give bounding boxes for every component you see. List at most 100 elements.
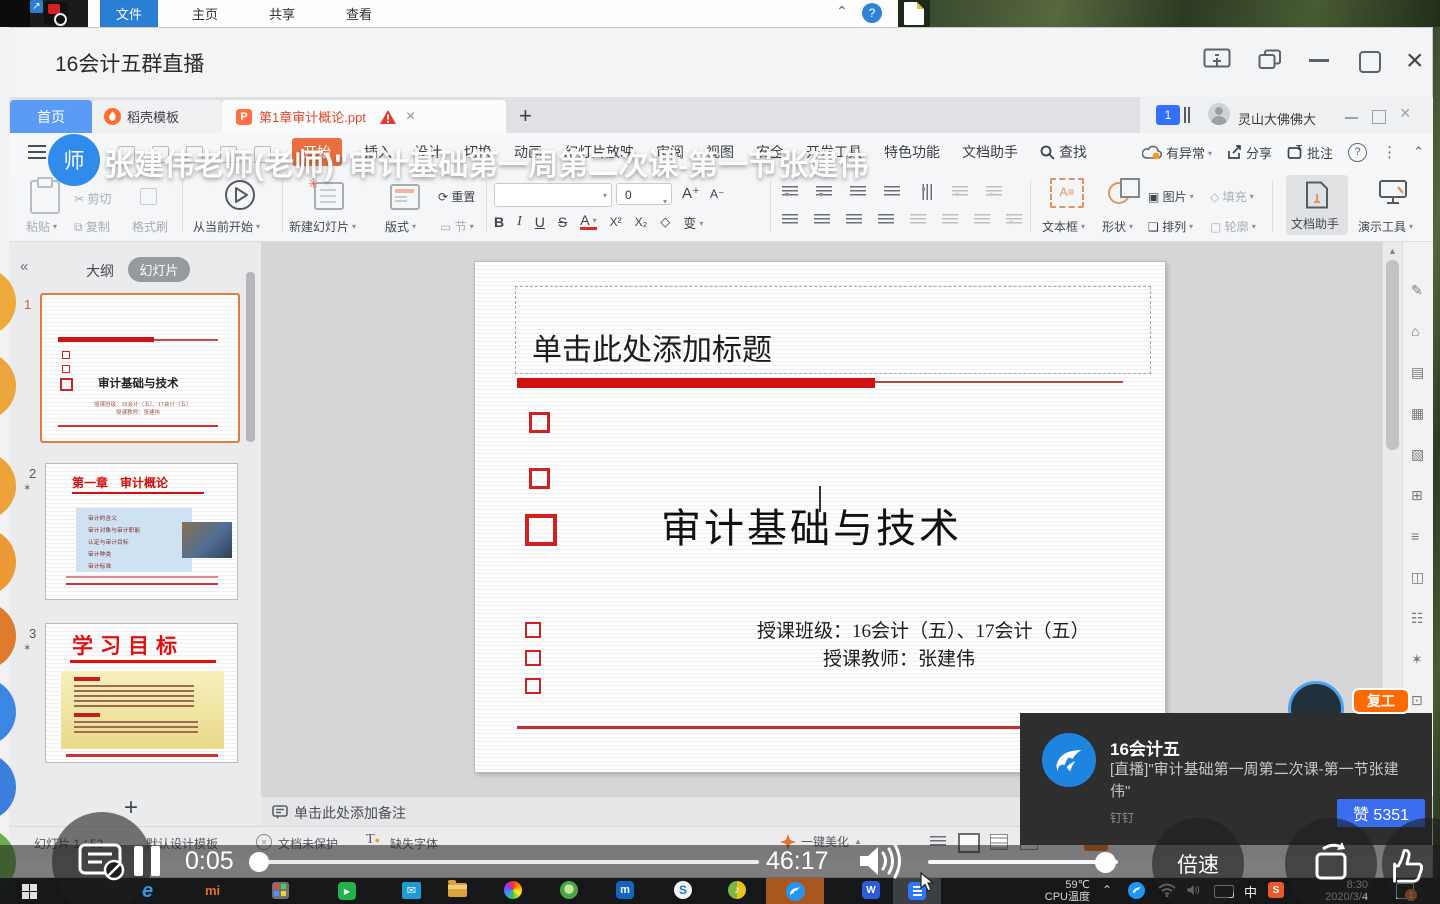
picture-button[interactable]: ▣ 图片 [1148, 188, 1194, 205]
wrap-icon[interactable] [974, 214, 990, 226]
layout-icon[interactable] [390, 184, 420, 210]
rail-layout-icon[interactable]: ▦ [1411, 405, 1424, 422]
more-menu-icon[interactable]: ⋮ [1382, 143, 1398, 161]
slide-thumbnail-2[interactable]: 第一章 审计概论 审计的含义 审计对象与审计职能 认定与审计目标 审计种类 审计… [45, 463, 238, 600]
play-from-current-button[interactable]: 从当前开始 [193, 218, 260, 235]
reset-button[interactable]: ⟳ 重置 [438, 188, 475, 205]
columns-icon[interactable] [920, 184, 932, 200]
wps-close-icon[interactable]: × [1400, 103, 1411, 124]
explorer-menu-home[interactable]: 主页 [176, 0, 234, 27]
scrollbar-thumb[interactable] [1386, 260, 1399, 450]
cut-button[interactable]: ✂ 剪切 [74, 190, 111, 207]
tab-slides[interactable]: 幻灯片 [128, 257, 190, 282]
tab-home[interactable]: 首页 [10, 100, 92, 133]
present-tools-button[interactable]: 演示工具 [1358, 218, 1413, 235]
mail-icon[interactable]: ✉ [402, 882, 421, 899]
maximize-icon[interactable] [1359, 51, 1381, 73]
explorer-help-icon[interactable]: ? [862, 3, 882, 23]
volume-track[interactable] [928, 860, 1118, 864]
shape-icon[interactable] [1108, 178, 1140, 206]
new-tab-button[interactable]: + [519, 103, 532, 129]
shape-button[interactable]: 形状 [1102, 218, 1133, 235]
pause-button-bar2[interactable] [151, 846, 160, 876]
wps-minimize-icon[interactable] [1345, 117, 1358, 119]
sogou-browser-icon[interactable]: S [674, 881, 692, 899]
mi-icon[interactable]: mi [205, 883, 220, 898]
tab-outline[interactable]: 大纲 [86, 261, 114, 281]
cloud-status-button[interactable]: 有异常 [1142, 143, 1212, 162]
align-left-icon[interactable] [782, 214, 798, 226]
tab-close-icon[interactable]: × [406, 108, 415, 126]
shrink-text-icon[interactable] [942, 214, 958, 226]
minimize-icon[interactable] [1309, 59, 1329, 62]
subscript-button[interactable]: X₂ [635, 215, 648, 229]
photos-icon[interactable] [504, 881, 522, 899]
clear-format-icon[interactable]: ◇ [660, 214, 670, 230]
scroll-up-icon[interactable]: ▲ [1388, 246, 1397, 256]
new-slide-button[interactable]: 新建幻灯片 [289, 218, 356, 235]
resume-work-badge[interactable]: 复工 [1352, 688, 1410, 714]
paste-button[interactable]: 粘贴 [26, 218, 57, 235]
font-increase-button[interactable]: A⁺ [682, 184, 700, 202]
title-placeholder-box[interactable]: 单击此处添加标题 [515, 286, 1151, 374]
text-direction-icon[interactable] [952, 186, 968, 198]
desktop-app-icon[interactable]: ↗ [30, 0, 88, 27]
distribute-icon[interactable] [910, 214, 926, 226]
wps-taskbar-icon[interactable]: W [862, 881, 880, 899]
iqiyi-icon[interactable]: ▶ [338, 882, 356, 900]
docs-app-taskbar-icon[interactable] [893, 878, 941, 904]
font-name-select[interactable]: ▾ [494, 183, 612, 207]
slide-class-line[interactable]: 授课班级：16会计（五）、17会计（五） [757, 616, 1090, 643]
rail-rows-icon[interactable]: ☷ [1411, 610, 1424, 627]
line-spacing-icon[interactable] [986, 186, 1002, 198]
tab-docer[interactable]: 稻壳模板 [92, 100, 222, 133]
dingtalk-taskbar-icon[interactable] [766, 878, 824, 904]
text-box-button[interactable]: 文本框 [1042, 218, 1085, 235]
rail-edit-icon[interactable]: ✎ [1411, 282, 1423, 299]
slide-thumbnail-3[interactable]: 学习目标 [45, 623, 238, 763]
duplicate-window-icon[interactable] [1258, 49, 1282, 71]
doc-warning-icon[interactable] [380, 110, 396, 124]
paste-icon[interactable] [30, 180, 60, 214]
copy-button[interactable]: ⧉ 复制 [74, 218, 110, 235]
slide-teacher-line[interactable]: 授课教师：张建伟 [823, 644, 975, 671]
avatar[interactable] [1208, 103, 1230, 125]
font-size-select[interactable]: 0 ▾ [616, 183, 672, 205]
rail-fill-icon[interactable]: ▧ [1411, 446, 1424, 463]
format-painter-button[interactable]: 格式刷 [132, 218, 168, 235]
close-icon[interactable]: × [1406, 44, 1424, 78]
arrange-button[interactable]: ❏ 排列 [1148, 218, 1193, 235]
green-app-icon[interactable] [560, 881, 578, 899]
hamburger-icon[interactable] [28, 145, 46, 147]
find-button[interactable]: 查找 [1040, 142, 1087, 162]
bold-button[interactable]: B [494, 214, 504, 230]
rail-list-icon[interactable]: ≡ [1411, 528, 1419, 544]
rail-home-icon[interactable]: ⌂ [1411, 323, 1419, 339]
pause-button[interactable] [134, 846, 143, 876]
align-center-icon[interactable] [814, 214, 830, 226]
layout-button[interactable]: 版式 [385, 218, 416, 235]
share-button[interactable]: 分享 [1227, 143, 1272, 162]
tab-features[interactable]: 特色功能 [884, 142, 940, 162]
music-icon[interactable]: ♪ [728, 881, 746, 899]
speed-button[interactable]: 倍速 [1152, 818, 1244, 904]
superscript-button[interactable]: X² [610, 215, 622, 229]
comment-button[interactable]: 批注 [1287, 143, 1333, 162]
tab-document[interactable]: P 第1章审计概论.ppt × [222, 100, 506, 133]
tab-doc-assistant[interactable]: 文档助手 [962, 142, 1018, 162]
rail-plus-icon[interactable]: ⊞ [1411, 487, 1423, 504]
start-button[interactable] [22, 884, 37, 899]
indent-icon[interactable] [884, 186, 900, 198]
window-count-badge[interactable]: 1 [1156, 105, 1180, 125]
seek-track[interactable] [267, 860, 759, 864]
explorer-menu-share[interactable]: 共享 [253, 0, 311, 27]
font-decrease-button[interactable]: A⁻ [710, 187, 724, 201]
username[interactable]: 灵山大佛佛大 [1238, 109, 1316, 128]
file-explorer-icon[interactable] [448, 883, 467, 897]
sogou-ime-icon[interactable]: S [1268, 882, 1284, 898]
align-right-icon[interactable] [846, 214, 862, 226]
slide-canvas[interactable]: 单击此处添加标题 审计基础与技术 授课班级：16会计（五）、17会计（五） 授课… [475, 262, 1165, 772]
dingtalk-notification[interactable]: 16会计五 [直播]"审计基础第一周第二次课-第一节张建伟" 钉钉 赞 5351 [1020, 713, 1432, 845]
panel-scrollbar[interactable] [246, 272, 255, 442]
panel-collapse-icon[interactable]: « [20, 258, 28, 275]
